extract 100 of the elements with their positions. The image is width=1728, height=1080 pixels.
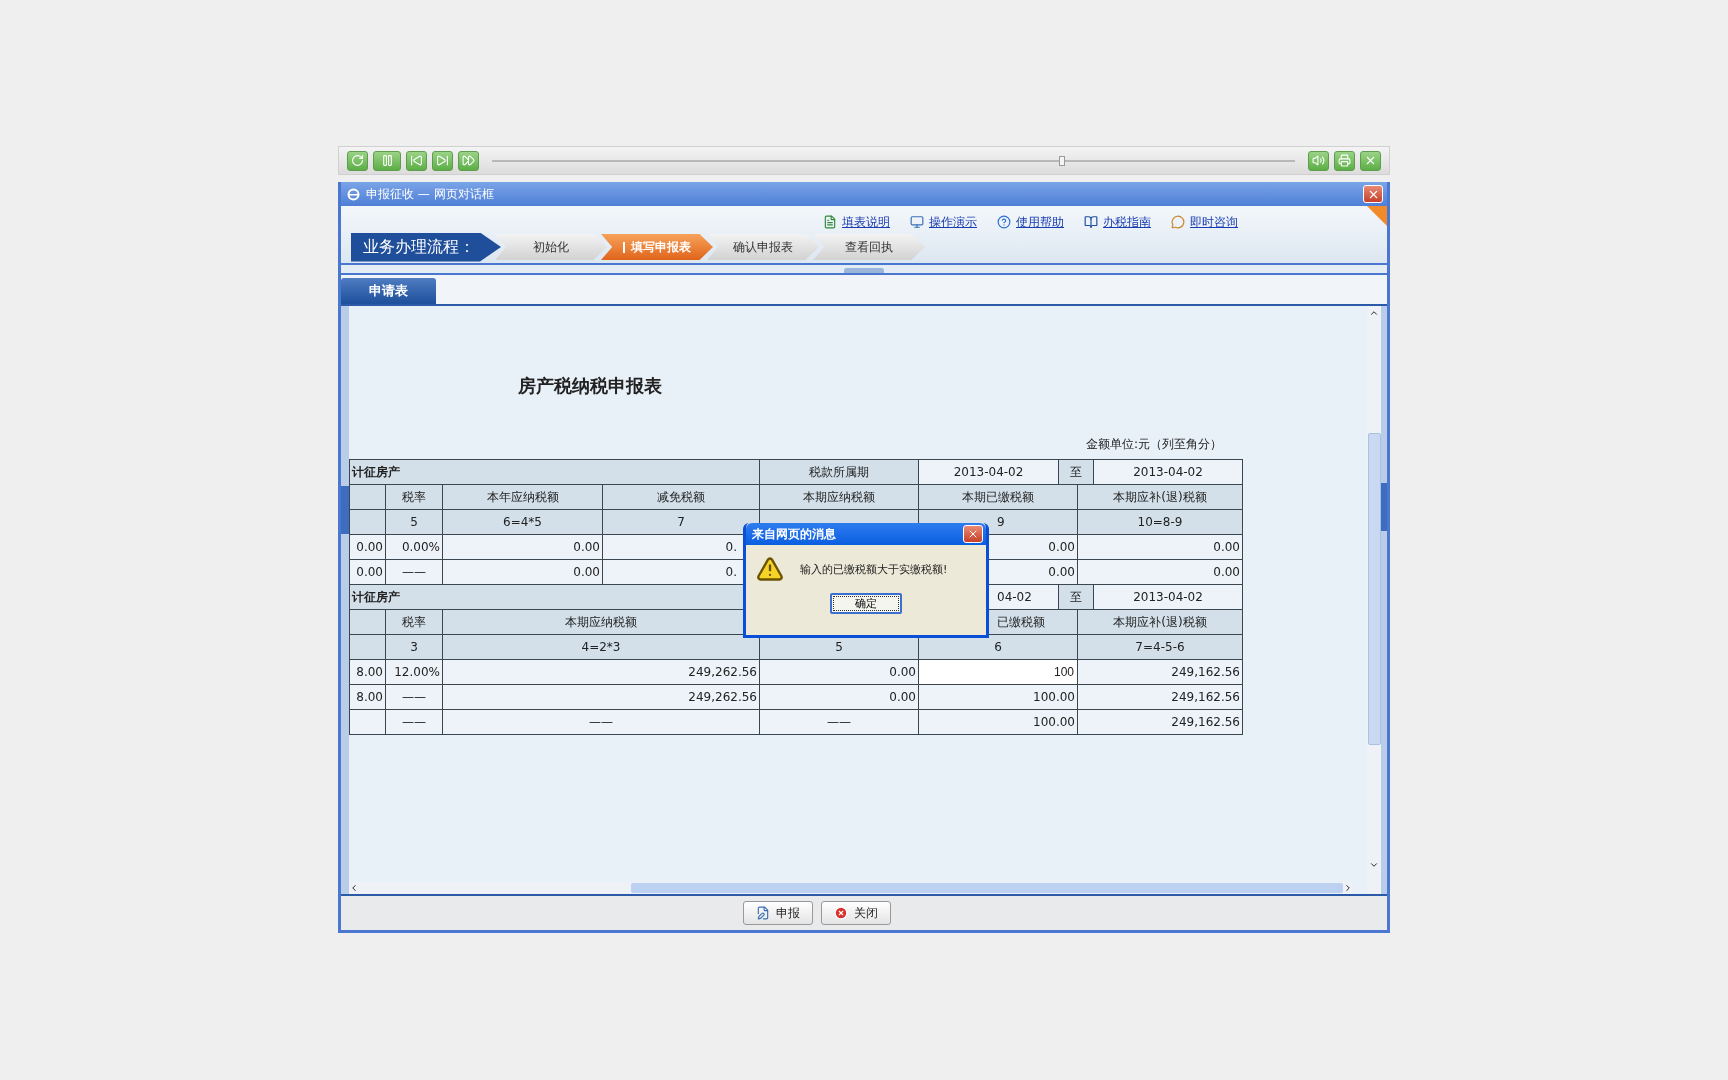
column-header: 已缴税额 — [997, 613, 1045, 631]
side-handle[interactable] — [341, 486, 349, 534]
table-cell: 8.00 — [356, 665, 383, 679]
form-tab[interactable]: 申请表 — [341, 278, 436, 304]
scroll-up-icon[interactable] — [1369, 308, 1379, 318]
pause-icon — [380, 154, 394, 167]
book-icon — [1084, 215, 1098, 229]
table-cell: 0. — [725, 540, 737, 554]
table-cell: 0.00 — [889, 665, 916, 679]
printer-icon — [1338, 154, 1351, 167]
corner-icon — [1367, 206, 1387, 226]
table-cell: 249,162.56 — [1171, 690, 1240, 704]
column-header: 9 — [997, 515, 1005, 529]
process-step: 确认申报表 — [707, 234, 819, 260]
help-link[interactable]: 办税指南 — [1084, 213, 1151, 231]
table-cell: 0.00 — [356, 540, 383, 554]
fast-forward-icon — [462, 154, 475, 167]
help-link[interactable]: 操作演示 — [910, 213, 977, 231]
form-title: 房产税纳税申报表 — [517, 374, 663, 398]
submit-button[interactable]: 申报 — [743, 901, 813, 925]
close-button[interactable]: 关闭 — [821, 901, 891, 925]
column-header: 5 — [835, 640, 843, 654]
column-header: 减免税额 — [657, 488, 705, 506]
table-cell: 0.00 — [573, 565, 600, 579]
tax-paid-field[interactable]: 100 — [919, 660, 1077, 684]
table-cell: 0. — [725, 565, 737, 579]
section-title: 计征房产 — [352, 463, 400, 481]
pause-button[interactable] — [373, 150, 401, 171]
help-link[interactable]: 即时咨询 — [1171, 213, 1238, 231]
dialog-title: 来自网页的消息 — [752, 525, 836, 543]
table-cell: 249,262.56 — [688, 665, 757, 679]
column-header: 4=2*3 — [581, 640, 621, 654]
table-cell: 0.00% — [401, 540, 440, 554]
side-handle[interactable] — [1381, 483, 1387, 531]
help-icon — [997, 215, 1011, 229]
skip-back-icon — [410, 154, 423, 167]
window-title: 申报征收 — 网页对话框 — [366, 185, 495, 203]
close-icon — [967, 528, 979, 540]
volume-button[interactable] — [1308, 150, 1329, 171]
table-cell: 0.00 — [573, 540, 600, 554]
close-icon — [834, 906, 848, 920]
column-header: 7=4-5-6 — [1135, 640, 1185, 654]
column-header: 本年应纳税额 — [486, 488, 559, 506]
ok-button[interactable]: 确定 — [830, 593, 902, 614]
help-link[interactable]: 填表说明 — [823, 213, 890, 231]
next-button[interactable] — [432, 150, 453, 171]
replay-icon — [351, 154, 364, 167]
collapse-handle[interactable] — [844, 268, 884, 273]
document-icon — [823, 215, 837, 229]
column-header: 6=4*5 — [503, 515, 542, 529]
table-cell: 8.00 — [356, 690, 383, 704]
column-header: 至 — [1070, 463, 1082, 481]
chat-icon — [1171, 215, 1185, 229]
column-header: 税率 — [402, 488, 426, 506]
column-header: 本期应纳税额 — [565, 613, 637, 631]
replay-button[interactable] — [347, 150, 368, 171]
fast-forward-button[interactable] — [458, 150, 479, 171]
browser-icon — [347, 187, 360, 201]
monitor-icon — [910, 215, 924, 229]
column-header: 2013-04-02 — [1133, 465, 1203, 479]
column-header: 至 — [1070, 588, 1082, 606]
table-cell: 0.00 — [1048, 565, 1075, 579]
unit-note: 金额单位:元（列至角分） — [1084, 436, 1222, 453]
horizontal-scrollbar[interactable] — [349, 882, 1353, 894]
table-cell: 0.00 — [1213, 565, 1240, 579]
process-step: 初始化 — [495, 234, 607, 260]
speaker-icon — [1312, 154, 1325, 167]
table-cell: 0.00 — [889, 690, 916, 704]
skip-forward-icon — [436, 154, 449, 167]
help-link[interactable]: 使用帮助 — [997, 213, 1064, 231]
table-cell: 100.00 — [1033, 715, 1075, 729]
previous-button[interactable] — [406, 150, 427, 171]
table-cell: 0.00 — [356, 565, 383, 579]
table-cell: 100.00 — [1033, 690, 1075, 704]
table-cell: —— — [589, 715, 613, 729]
scroll-right-icon[interactable] — [1343, 883, 1353, 893]
vertical-scrollbar[interactable] — [1367, 306, 1381, 894]
section-title: 计征房产 — [352, 588, 400, 606]
close-button[interactable] — [1360, 150, 1381, 171]
column-header: 7 — [677, 515, 685, 529]
scroll-down-icon[interactable] — [1369, 860, 1379, 870]
print-button[interactable] — [1334, 150, 1355, 171]
dialog-message: 输入的已缴税额大于实缴税额! — [800, 561, 948, 577]
column-header: 税率 — [402, 613, 426, 631]
column-header: 2013-04-02 — [953, 465, 1024, 479]
scroll-left-icon[interactable] — [349, 883, 359, 893]
column-header: 5 — [410, 515, 418, 529]
table-cell: 0.00 — [1048, 540, 1075, 554]
table-cell: 0.00 — [1213, 540, 1240, 554]
column-header: 税款所属期 — [809, 463, 869, 481]
table-cell: 12.00% — [394, 665, 440, 679]
table-cell: 249,262.56 — [688, 690, 757, 704]
process-step: 填写申报表 — [601, 234, 713, 260]
process-label: 业务办理流程： — [351, 232, 501, 262]
table-cell: 249,162.56 — [1171, 665, 1240, 679]
close-icon — [1364, 154, 1377, 167]
table-cell: —— — [402, 565, 426, 579]
process-step: 查看回执 — [813, 234, 925, 260]
column-header: 本期已缴税额 — [962, 488, 1034, 506]
table-cell: —— — [402, 715, 426, 729]
